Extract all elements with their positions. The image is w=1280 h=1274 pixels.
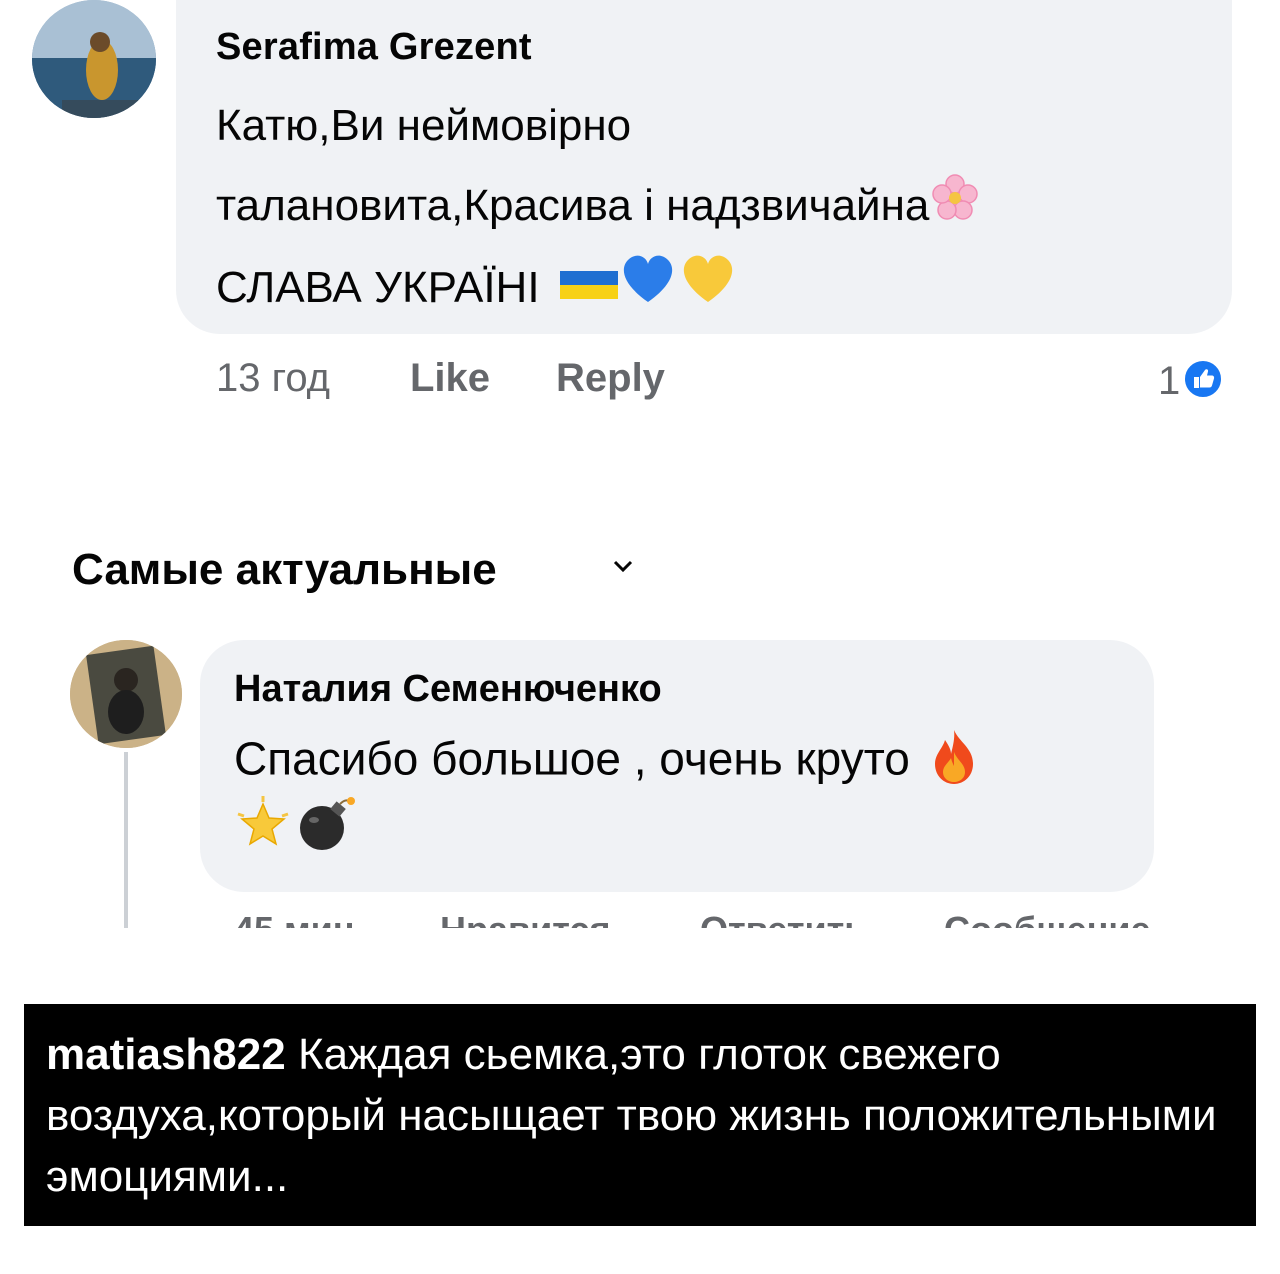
- comment-timestamp[interactable]: 13 год: [216, 356, 330, 401]
- yellow-heart-icon: [678, 250, 738, 332]
- comment-text: Спасибо большое , очень круто: [234, 728, 979, 863]
- reaction-count: 1: [1158, 359, 1181, 403]
- comment-author[interactable]: Serafima Grezent: [216, 26, 532, 69]
- caption-username[interactable]: matiash822: [46, 1030, 286, 1079]
- comment-timestamp[interactable]: 45 мин: [234, 912, 355, 928]
- fire-icon: [929, 728, 979, 797]
- ukraine-flag-icon: [559, 251, 618, 331]
- like-reaction-icon: [1182, 358, 1224, 405]
- like-button[interactable]: Like: [410, 356, 490, 401]
- bomb-icon: [296, 796, 356, 863]
- caption-text-block: matiash822 Каждая сьемка,это глоток свеж…: [46, 1024, 1226, 1207]
- message-button[interactable]: Сообщение: [944, 912, 1151, 928]
- blue-heart-icon: [618, 250, 678, 332]
- reaction-summary[interactable]: 1: [1158, 358, 1224, 405]
- glowing-star-icon: [234, 796, 292, 863]
- comment-author[interactable]: Наталия Семенюченко: [234, 668, 662, 711]
- comment-text-line: Спасибо большое , очень круто: [234, 732, 910, 785]
- like-button[interactable]: Нравится: [440, 912, 610, 928]
- comment-actions-cut: 45 мин Нравится Ответить Сообщение: [234, 912, 1194, 928]
- reply-button[interactable]: Ответить: [700, 912, 866, 928]
- avatar-natalia[interactable]: [70, 640, 182, 748]
- caption-bar: matiash822 Каждая сьемка,это глоток свеж…: [24, 1004, 1256, 1226]
- comment-text-line: СЛАВА УКРАЇНІ: [216, 263, 540, 313]
- comment-text: Катю,Ви неймовірно талановита,Красива і …: [216, 86, 979, 332]
- avatar-serafima[interactable]: [32, 0, 156, 118]
- chevron-down-icon[interactable]: [612, 558, 634, 579]
- comment-text-line: талановита,Красива і надзвичайна: [216, 181, 930, 230]
- comment-sort-label[interactable]: Самые актуальные: [72, 545, 497, 595]
- cherry-blossom-icon: [931, 168, 979, 248]
- reply-button[interactable]: Reply: [556, 356, 665, 401]
- reply-thread-line: [124, 752, 128, 928]
- comment-text-line: Катю,Ви неймовірно: [216, 101, 632, 150]
